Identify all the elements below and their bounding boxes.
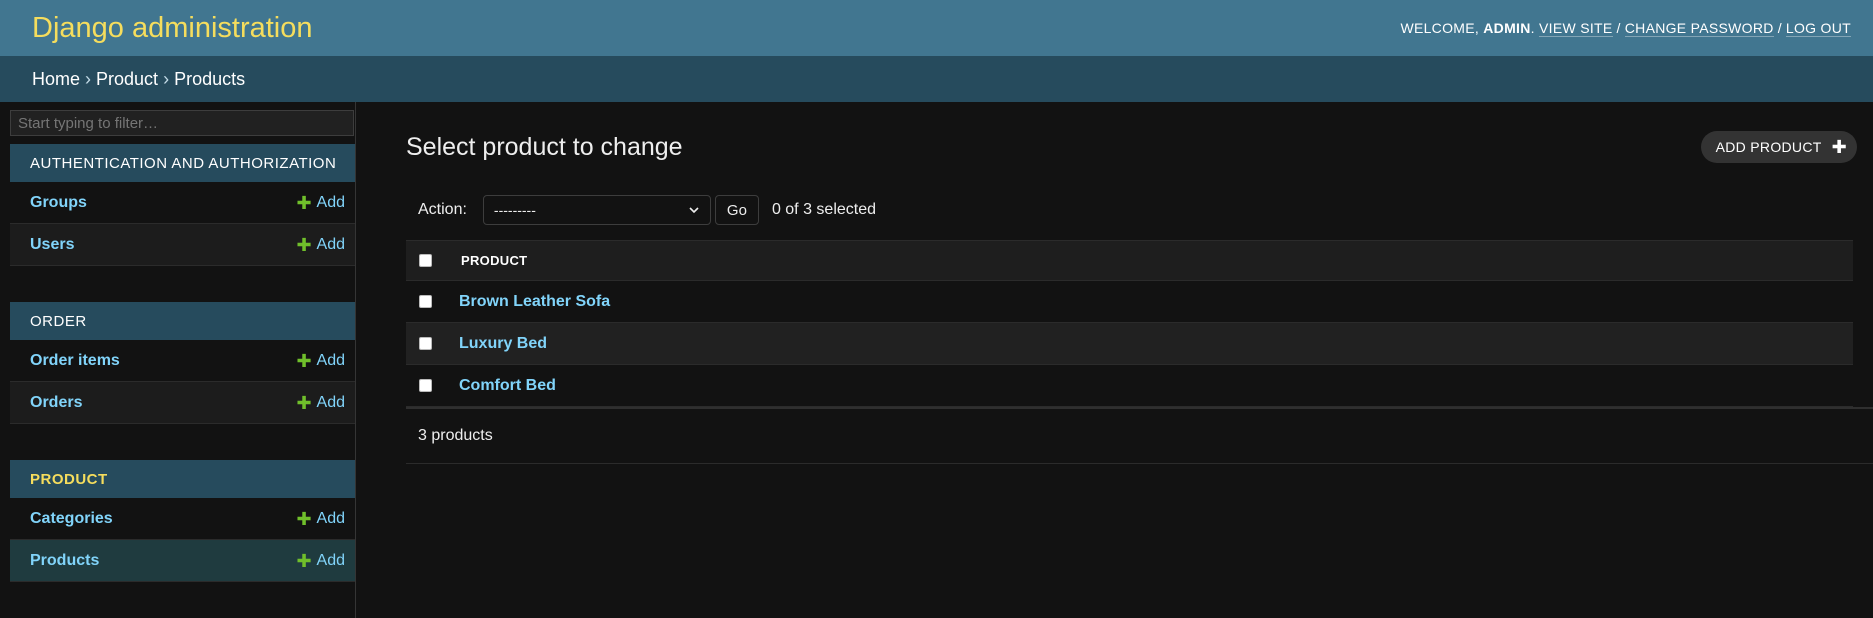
module-caption[interactable]: Authentication and Authorization bbox=[10, 144, 355, 182]
paginator: 3 products bbox=[406, 409, 1873, 464]
actions-bar: Action: --------- Go 0 of 3 selected bbox=[406, 188, 1873, 232]
row-checkbox[interactable] bbox=[419, 337, 432, 350]
sidebar-item-label[interactable]: Products bbox=[30, 552, 99, 570]
breadcrumb-current: Products bbox=[174, 68, 246, 89]
action-label: Action: bbox=[418, 201, 467, 218]
plus-icon: ✚ bbox=[296, 350, 312, 371]
add-label: Add bbox=[316, 509, 345, 527]
sidebar-item-label[interactable]: Orders bbox=[30, 394, 82, 412]
username: admin bbox=[1483, 20, 1531, 36]
nav-sidebar: Authentication and Authorization Groups … bbox=[0, 102, 356, 618]
content-main: Select product to change Add product ✚ Ac… bbox=[356, 102, 1873, 618]
chevron-down-icon bbox=[689, 207, 699, 214]
separator: / bbox=[1616, 20, 1621, 36]
change-password-link[interactable]: Change password bbox=[1624, 20, 1774, 37]
breadcrumb-app[interactable]: Product bbox=[96, 69, 158, 90]
add-order-items-link[interactable]: ✚ Add bbox=[296, 352, 345, 370]
sidebar-item-products: Products ✚ Add bbox=[10, 540, 355, 582]
breadcrumb-separator: › bbox=[163, 68, 170, 89]
add-label: Add bbox=[316, 193, 345, 211]
add-product-label: Add product bbox=[1715, 139, 1822, 155]
add-products-link[interactable]: ✚ Add bbox=[296, 552, 345, 570]
row-link[interactable]: Luxury Bed bbox=[459, 335, 547, 353]
breadcrumb-home[interactable]: Home bbox=[32, 69, 80, 90]
app-module-auth: Authentication and Authorization Groups … bbox=[10, 144, 355, 266]
add-label: Add bbox=[316, 351, 345, 369]
log-out-link[interactable]: Log out bbox=[1785, 20, 1851, 37]
column-header-product[interactable]: Product bbox=[461, 253, 527, 268]
object-tools: Add product ✚ bbox=[1700, 131, 1873, 163]
welcome-text: Welcome, bbox=[1400, 20, 1484, 36]
select-all-checkbox[interactable] bbox=[419, 254, 432, 267]
table-header: Product bbox=[406, 240, 1853, 281]
plus-icon: ✚ bbox=[1831, 136, 1847, 157]
row-link[interactable]: Brown Leather Sofa bbox=[459, 293, 610, 311]
row-checkbox[interactable] bbox=[419, 379, 432, 392]
go-button[interactable]: Go bbox=[714, 195, 759, 225]
sidebar-item-order-items: Order items ✚ Add bbox=[10, 340, 355, 382]
module-caption[interactable]: Order bbox=[10, 302, 355, 340]
app-module-order: Order Order items ✚ Add Orders ✚ Add bbox=[10, 302, 355, 424]
plus-icon: ✚ bbox=[296, 392, 312, 413]
add-label: Add bbox=[316, 235, 345, 253]
add-label: Add bbox=[316, 393, 345, 411]
module-caption[interactable]: Product bbox=[10, 460, 355, 498]
sidebar-item-users: Users ✚ Add bbox=[10, 224, 355, 266]
table-row: Brown Leather Sofa bbox=[406, 281, 1853, 323]
app-module-product: Product Categories ✚ Add Products ✚ Add bbox=[10, 460, 355, 582]
plus-icon: ✚ bbox=[296, 234, 312, 255]
view-site-link[interactable]: View site bbox=[1539, 20, 1613, 37]
page-title: Select product to change bbox=[406, 132, 683, 161]
add-groups-link[interactable]: ✚ Add bbox=[296, 194, 345, 212]
breadcrumb: Home › Product › Products bbox=[0, 56, 1873, 102]
nav-filter-input[interactable] bbox=[10, 110, 354, 136]
table-row: Luxury Bed bbox=[406, 323, 1853, 365]
add-categories-link[interactable]: ✚ Add bbox=[296, 510, 345, 528]
user-tools: Welcome, admin. View site / Change passwor… bbox=[1400, 20, 1851, 37]
results-table: Product Brown Leather Sofa Luxury Bed Co… bbox=[406, 240, 1853, 407]
site-header: Django administration Welcome, admin. Vi… bbox=[0, 0, 1873, 56]
add-label: Add bbox=[316, 551, 345, 569]
sidebar-item-orders: Orders ✚ Add bbox=[10, 382, 355, 424]
sidebar-item-categories: Categories ✚ Add bbox=[10, 498, 355, 540]
sidebar-item-label[interactable]: Groups bbox=[30, 194, 87, 212]
add-product-button[interactable]: Add product ✚ bbox=[1700, 131, 1857, 163]
table-row: Comfort Bed bbox=[406, 365, 1853, 407]
action-select[interactable]: --------- bbox=[482, 195, 711, 225]
add-users-link[interactable]: ✚ Add bbox=[296, 236, 345, 254]
action-counter: 0 of 3 selected bbox=[771, 201, 877, 218]
sidebar-item-label[interactable]: Categories bbox=[30, 510, 113, 528]
site-name[interactable]: Django administration bbox=[32, 12, 312, 45]
plus-icon: ✚ bbox=[296, 550, 312, 571]
row-checkbox[interactable] bbox=[419, 295, 432, 308]
sidebar-item-groups: Groups ✚ Add bbox=[10, 182, 355, 224]
sidebar-item-label[interactable]: Order items bbox=[30, 352, 120, 370]
row-link[interactable]: Comfort Bed bbox=[459, 377, 556, 395]
action-select-value: --------- bbox=[493, 202, 536, 218]
sidebar-item-label[interactable]: Users bbox=[30, 236, 74, 254]
breadcrumb-separator: › bbox=[85, 68, 92, 89]
add-orders-link[interactable]: ✚ Add bbox=[296, 394, 345, 412]
plus-icon: ✚ bbox=[296, 508, 312, 529]
separator: / bbox=[1777, 20, 1782, 36]
plus-icon: ✚ bbox=[296, 192, 312, 213]
